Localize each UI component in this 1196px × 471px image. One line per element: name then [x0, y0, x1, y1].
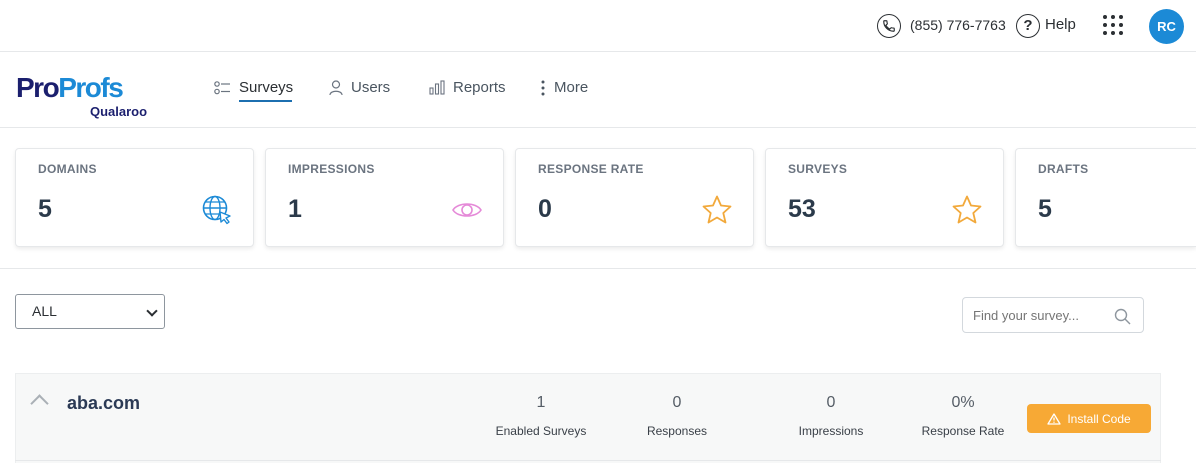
stat-card-response-rate[interactable]: RESPONSE RATE 0: [515, 148, 754, 247]
star-icon: [702, 195, 732, 224]
metric-value: 0: [672, 394, 682, 411]
stat-card-drafts[interactable]: DRAFTS 5: [1015, 148, 1196, 247]
stat-card-domains[interactable]: DOMAINS 5: [15, 148, 254, 247]
active-tab-indicator: [239, 100, 292, 102]
stat-value: 53: [788, 195, 816, 223]
install-code-label: Install Code: [1067, 411, 1131, 426]
metric-label: Responses: [646, 424, 708, 438]
star-icon: [952, 195, 982, 224]
metric-value: 0: [826, 394, 836, 411]
globe-cursor-icon: [202, 195, 231, 225]
chevron-up-icon[interactable]: [30, 394, 49, 413]
domain-row-divider: [15, 460, 1161, 461]
stat-value: 5: [38, 195, 52, 223]
phone-icon[interactable]: [877, 14, 901, 38]
help-link[interactable]: Help: [1045, 16, 1076, 33]
eye-icon: [452, 203, 482, 217]
survey-search[interactable]: [962, 297, 1144, 333]
product-name: Qualaroo: [90, 104, 148, 119]
help-icon[interactable]: ?: [1016, 14, 1040, 38]
metric-value: 1: [536, 394, 546, 411]
apps-grid-icon[interactable]: [1103, 15, 1123, 35]
surveys-icon: [214, 80, 230, 94]
stat-label: RESPONSE RATE: [538, 162, 644, 176]
domain-filter-select[interactable]: ALL: [15, 294, 165, 329]
stat-value: 1: [288, 195, 302, 223]
metric-label: Response Rate: [921, 424, 1005, 438]
nav-users-label: Users: [351, 79, 391, 96]
chevron-down-icon: [146, 305, 158, 317]
main-nav: ProProfs Qualaroo Surveys Users Reports …: [0, 52, 1196, 128]
domain-row[interactable]: aba.com 1 Enabled Surveys 0 Responses 0 …: [15, 373, 1161, 463]
selected-option: ALL: [32, 303, 57, 319]
top-bar: (855) 776-7763 ? Help RC: [0, 0, 1196, 52]
nav-users[interactable]: Users: [329, 79, 390, 96]
metric-impressions: 0 Impressions: [781, 394, 881, 438]
vertical-dots-icon: [541, 80, 545, 95]
warning-icon: [1047, 412, 1061, 425]
nav-reports-label: Reports: [453, 79, 506, 96]
nav-surveys-label: Surveys: [239, 79, 294, 96]
search-input[interactable]: [973, 308, 1103, 323]
avatar[interactable]: RC: [1149, 9, 1184, 44]
install-code-button[interactable]: Install Code: [1027, 404, 1151, 433]
stat-card-surveys[interactable]: SURVEYS 53: [765, 148, 1004, 247]
search-icon[interactable]: [1114, 308, 1131, 325]
metric-value: 0%: [951, 394, 975, 411]
metric-label: Impressions: [798, 424, 864, 438]
metric-label: Enabled Surveys: [495, 424, 587, 438]
nav-more-label: More: [554, 79, 589, 96]
proprofs-logo[interactable]: ProProfs Qualaroo: [16, 74, 147, 120]
metric-response-rate: 0% Response Rate: [913, 394, 1013, 438]
bar-chart-icon: [429, 80, 445, 95]
stat-label: SURVEYS: [788, 162, 848, 176]
section-divider: [0, 268, 1196, 269]
stat-value: 5: [1038, 195, 1052, 223]
phone-number[interactable]: (855) 776-7763: [910, 17, 1006, 33]
stat-card-impressions[interactable]: IMPRESSIONS 1: [265, 148, 504, 247]
stat-label: DOMAINS: [38, 162, 97, 176]
metric-enabled-surveys: 1 Enabled Surveys: [486, 394, 596, 438]
stat-label: DRAFTS: [1038, 162, 1089, 176]
domain-name[interactable]: aba.com: [67, 393, 140, 414]
nav-surveys[interactable]: Surveys: [214, 79, 293, 96]
nav-reports[interactable]: Reports: [429, 79, 506, 96]
stat-value: 0: [538, 195, 552, 223]
nav-more[interactable]: More: [540, 79, 588, 96]
stat-label: IMPRESSIONS: [288, 162, 375, 176]
user-icon: [329, 79, 343, 95]
metric-responses: 0 Responses: [627, 394, 727, 438]
